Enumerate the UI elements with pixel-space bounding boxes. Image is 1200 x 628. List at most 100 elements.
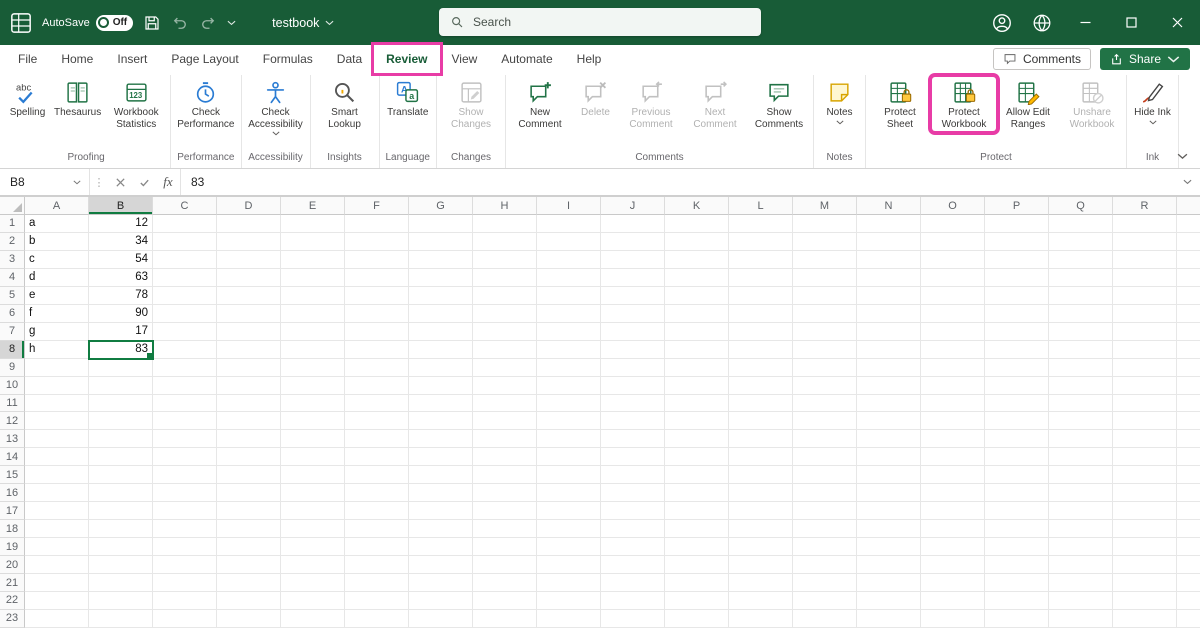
cell-B22[interactable] — [89, 592, 153, 610]
cell-Q19[interactable] — [1049, 538, 1113, 556]
cell-O21[interactable] — [921, 574, 985, 592]
cell-P6[interactable] — [985, 305, 1049, 323]
tab-file[interactable]: File — [6, 45, 49, 73]
cell-N19[interactable] — [857, 538, 921, 556]
cell-O14[interactable] — [921, 448, 985, 466]
cell-E1[interactable] — [281, 215, 345, 233]
cell-N11[interactable] — [857, 395, 921, 413]
cell-M7[interactable] — [793, 323, 857, 341]
cell-C16[interactable] — [153, 484, 217, 502]
cell-D4[interactable] — [217, 269, 281, 287]
cell-K22[interactable] — [665, 592, 729, 610]
cell-D22[interactable] — [217, 592, 281, 610]
hide-ink-button[interactable]: Hide Ink — [1129, 77, 1176, 127]
cell-F12[interactable] — [345, 412, 409, 430]
cell-N10[interactable] — [857, 377, 921, 395]
cell-C9[interactable] — [153, 359, 217, 377]
cell-A7[interactable]: g — [25, 323, 89, 341]
share-button[interactable]: Share — [1100, 48, 1190, 70]
cell-O11[interactable] — [921, 395, 985, 413]
cell-N21[interactable] — [857, 574, 921, 592]
cell-P21[interactable] — [985, 574, 1049, 592]
cell-M8[interactable] — [793, 341, 857, 359]
cell-G3[interactable] — [409, 251, 473, 269]
cell-R1[interactable] — [1113, 215, 1177, 233]
cell-F17[interactable] — [345, 502, 409, 520]
cell-O6[interactable] — [921, 305, 985, 323]
tab-home[interactable]: Home — [49, 45, 105, 73]
cell-P4[interactable] — [985, 269, 1049, 287]
row-header-7[interactable]: 7 — [0, 323, 25, 341]
undo-icon[interactable] — [171, 14, 189, 32]
cell-E12[interactable] — [281, 412, 345, 430]
cell-P15[interactable] — [985, 466, 1049, 484]
row-header-12[interactable]: 12 — [0, 412, 25, 430]
cell-A17[interactable] — [25, 502, 89, 520]
cell-K6[interactable] — [665, 305, 729, 323]
cell-J7[interactable] — [601, 323, 665, 341]
cell-R3[interactable] — [1113, 251, 1177, 269]
cell-H2[interactable] — [473, 233, 537, 251]
row-header-4[interactable]: 4 — [0, 269, 25, 287]
cell-B11[interactable] — [89, 395, 153, 413]
column-header-Q[interactable]: Q — [1049, 197, 1113, 215]
notes-button[interactable]: Notes — [816, 77, 863, 127]
spelling-button[interactable]: abcSpelling — [4, 77, 51, 120]
cell-K20[interactable] — [665, 556, 729, 574]
cell-H3[interactable] — [473, 251, 537, 269]
cell-M19[interactable] — [793, 538, 857, 556]
cell-D15[interactable] — [217, 466, 281, 484]
row-header-15[interactable]: 15 — [0, 466, 25, 484]
cell-B9[interactable] — [89, 359, 153, 377]
cell-H1[interactable] — [473, 215, 537, 233]
cell-L19[interactable] — [729, 538, 793, 556]
cell-G7[interactable] — [409, 323, 473, 341]
cell-C14[interactable] — [153, 448, 217, 466]
cell-M1[interactable] — [793, 215, 857, 233]
cell-M12[interactable] — [793, 412, 857, 430]
cell-P7[interactable] — [985, 323, 1049, 341]
column-header-J[interactable]: J — [601, 197, 665, 215]
row-header-11[interactable]: 11 — [0, 395, 25, 413]
cell-A6[interactable]: f — [25, 305, 89, 323]
cell-A9[interactable] — [25, 359, 89, 377]
cell-J2[interactable] — [601, 233, 665, 251]
cell-K19[interactable] — [665, 538, 729, 556]
collapse-ribbon-chevron-icon[interactable] — [1177, 153, 1188, 160]
row-header-8[interactable]: 8 — [0, 341, 25, 359]
column-header-K[interactable]: K — [665, 197, 729, 215]
cell-M10[interactable] — [793, 377, 857, 395]
cell-F22[interactable] — [345, 592, 409, 610]
cell-E20[interactable] — [281, 556, 345, 574]
cell-Q1[interactable] — [1049, 215, 1113, 233]
cell-G21[interactable] — [409, 574, 473, 592]
cell-J5[interactable] — [601, 287, 665, 305]
cell-O1[interactable] — [921, 215, 985, 233]
cell-N13[interactable] — [857, 430, 921, 448]
cell-R15[interactable] — [1113, 466, 1177, 484]
cell-J8[interactable] — [601, 341, 665, 359]
cell-R21[interactable] — [1113, 574, 1177, 592]
cell-C6[interactable] — [153, 305, 217, 323]
cell-A1[interactable]: a — [25, 215, 89, 233]
cell-E8[interactable] — [281, 341, 345, 359]
cell-J17[interactable] — [601, 502, 665, 520]
cell-L5[interactable] — [729, 287, 793, 305]
cell-E15[interactable] — [281, 466, 345, 484]
cell-K14[interactable] — [665, 448, 729, 466]
cell-D16[interactable] — [217, 484, 281, 502]
column-header-N[interactable]: N — [857, 197, 921, 215]
column-header-C[interactable]: C — [153, 197, 217, 215]
workbook-title[interactable]: testbook — [272, 16, 334, 30]
cell-Q22[interactable] — [1049, 592, 1113, 610]
cell-L17[interactable] — [729, 502, 793, 520]
cell-K3[interactable] — [665, 251, 729, 269]
cell-R16[interactable] — [1113, 484, 1177, 502]
cell-M2[interactable] — [793, 233, 857, 251]
cell-P11[interactable] — [985, 395, 1049, 413]
row-header-2[interactable]: 2 — [0, 233, 25, 251]
cell-J4[interactable] — [601, 269, 665, 287]
column-header-I[interactable]: I — [537, 197, 601, 215]
column-header-E[interactable]: E — [281, 197, 345, 215]
cell-K2[interactable] — [665, 233, 729, 251]
